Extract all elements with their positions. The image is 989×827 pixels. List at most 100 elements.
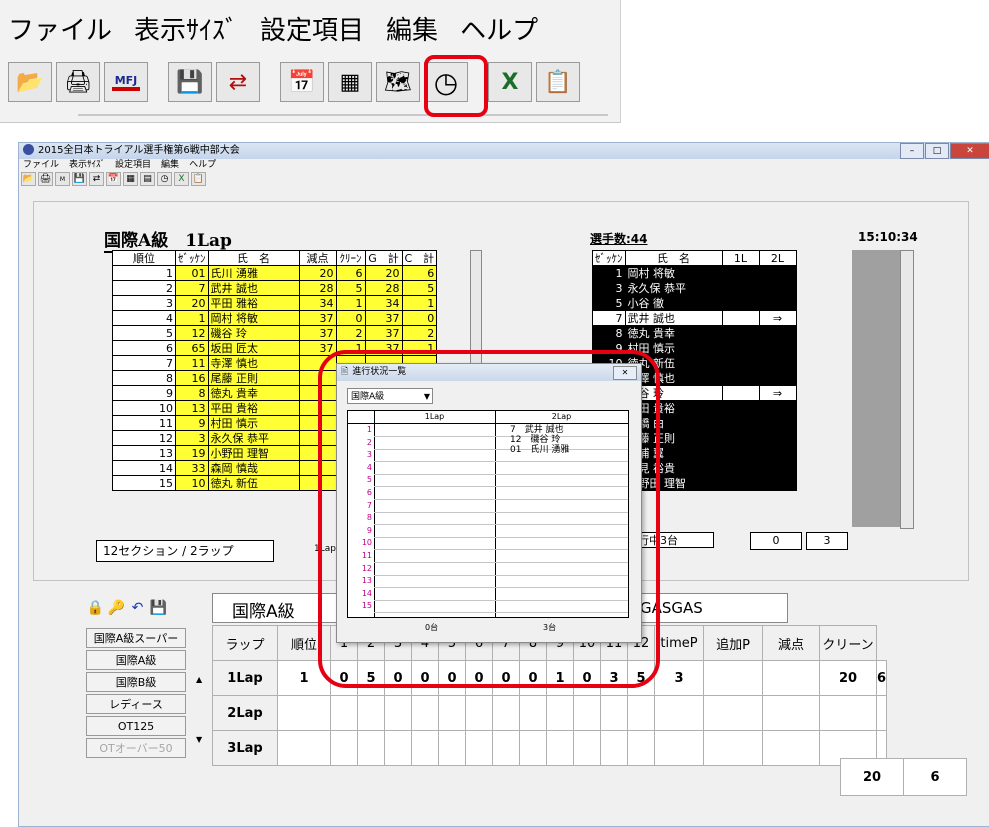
score-cell[interactable] — [654, 695, 704, 731]
score-cell[interactable] — [411, 730, 439, 766]
save-disk-icon[interactable]: 💾 — [149, 598, 168, 617]
maximize-icon[interactable]: □ — [925, 143, 949, 159]
print-icon[interactable]: 🖨 — [56, 62, 100, 102]
export-icon[interactable]: ⇄ — [89, 172, 104, 186]
zoom-menu-settings[interactable]: 設定項目 — [260, 10, 364, 47]
class-button[interactable]: 国際B級 — [86, 672, 186, 692]
score-cell[interactable] — [519, 730, 547, 766]
ranking-row[interactable]: 2 7 武井 誠也 28 5 28 5 — [112, 280, 438, 296]
score-cell[interactable] — [546, 730, 574, 766]
zoom-menu-edit[interactable]: 編集 — [386, 10, 438, 47]
score-cell[interactable] — [465, 695, 493, 731]
score-cell[interactable] — [600, 695, 628, 731]
map-icon[interactable]: ▤ — [140, 172, 155, 186]
open-folder-icon[interactable]: 📂 — [8, 62, 52, 102]
score-cell[interactable] — [703, 730, 763, 766]
save-disk-icon[interactable]: 💾 — [72, 172, 87, 186]
close-icon[interactable]: ✕ — [950, 143, 989, 159]
zoom-menu-file[interactable]: ファイル — [8, 10, 112, 47]
rider-row[interactable]: 3 永久保 恭平 — [592, 280, 797, 296]
ranking-points: 28 — [298, 280, 337, 296]
score-cell[interactable] — [330, 730, 358, 766]
section-icon[interactable]: ▦ — [123, 172, 138, 186]
score-cell[interactable] — [762, 695, 820, 731]
map-icon[interactable]: 🗺 — [376, 62, 420, 102]
class-button[interactable]: OT125 — [86, 716, 186, 736]
lock-icon[interactable]: 🔒 — [86, 598, 105, 617]
open-folder-icon[interactable]: 📂 — [21, 172, 36, 186]
excel-icon[interactable]: X — [174, 172, 189, 186]
ranking-bib: 1 — [175, 310, 209, 326]
rider-row[interactable]: 8 徳丸 貴幸 — [592, 325, 797, 341]
calendar-icon[interactable]: 📅 — [280, 62, 324, 102]
score-cell[interactable] — [762, 660, 820, 696]
mfj-icon[interactable]: MFJ — [104, 62, 148, 102]
ranking-row[interactable]: 3 20 平田 雅裕 34 1 34 1 — [112, 295, 438, 311]
rider-row[interactable]: 1 岡村 将敏 — [592, 265, 797, 281]
score-cell[interactable] — [492, 730, 520, 766]
key-icon[interactable]: 🔑 — [107, 598, 126, 617]
score-cell[interactable] — [438, 695, 466, 731]
score-cell[interactable] — [654, 730, 704, 766]
menu-edit[interactable]: 編集 — [161, 159, 179, 172]
score-cell[interactable]: 6 — [875, 660, 888, 696]
score-cell[interactable] — [875, 695, 888, 731]
score-cell[interactable] — [492, 695, 520, 731]
zoom-menu-view-size[interactable]: 表示ｻｲｽﾞ — [134, 10, 238, 47]
total-table: 20 6 — [840, 758, 967, 796]
score-cell[interactable] — [600, 730, 628, 766]
score-cell[interactable] — [573, 695, 601, 731]
score-cell[interactable] — [627, 695, 655, 731]
section-icon[interactable]: ▦ — [328, 62, 372, 102]
score-cell[interactable] — [384, 695, 412, 731]
ranking-row[interactable]: 5 12 磯谷 玲 37 2 37 2 — [112, 325, 438, 341]
print-icon[interactable]: 🖨 — [38, 172, 53, 186]
score-cell[interactable] — [573, 730, 601, 766]
class-button[interactable]: 国際A級 — [86, 650, 186, 670]
rider-row[interactable]: 5 小谷 徹 — [592, 295, 797, 311]
score-cell[interactable] — [277, 695, 331, 731]
zoom-menu-help[interactable]: ヘルプ — [460, 10, 538, 47]
score-cell[interactable] — [384, 730, 412, 766]
rider-bib: 3 — [592, 280, 626, 296]
menu-help[interactable]: ヘルプ — [189, 159, 216, 172]
score-cell[interactable] — [465, 730, 493, 766]
undo-icon[interactable]: ↶ — [128, 598, 147, 617]
score-cell[interactable] — [357, 695, 385, 731]
class-button[interactable]: OTオーバー50 — [86, 738, 186, 758]
minimize-icon[interactable]: – — [900, 143, 924, 159]
progress-clock-icon[interactable]: ◷ — [157, 172, 172, 186]
mfj-icon[interactable]: M — [55, 172, 70, 186]
ranking-name: 氏川 湧雅 — [207, 265, 300, 281]
score-cell[interactable] — [438, 730, 466, 766]
ranking-row[interactable]: 4 1 岡村 将敏 37 0 37 0 — [112, 310, 438, 326]
score-cell[interactable] — [703, 695, 763, 731]
score-cell[interactable] — [762, 730, 820, 766]
score-cell[interactable] — [819, 695, 877, 731]
export-icon[interactable]: ⇄ — [216, 62, 260, 102]
class-button[interactable]: レディース — [86, 694, 186, 714]
score-cell[interactable] — [411, 695, 439, 731]
menu-file[interactable]: ファイル — [23, 159, 59, 172]
copy-icon[interactable]: 📋 — [191, 172, 206, 186]
score-cell[interactable] — [703, 660, 763, 696]
score-cell[interactable]: 20 — [819, 660, 877, 696]
score-cell[interactable]: 3 — [654, 660, 704, 696]
rider-row[interactable]: 7 武井 誠也 ⇒ — [592, 310, 797, 326]
score-cell[interactable] — [330, 695, 358, 731]
calendar-icon[interactable]: 📅 — [106, 172, 121, 186]
class-list-scroll-arrows[interactable]: ▲ ▼ — [196, 650, 202, 770]
score-cell[interactable] — [627, 730, 655, 766]
class-button[interactable]: 国際A級スーパー — [86, 628, 186, 648]
save-disk-icon[interactable]: 💾 — [168, 62, 212, 102]
menu-settings[interactable]: 設定項目 — [115, 159, 151, 172]
ranking-row[interactable]: 1 01 氏川 湧雅 20 6 20 6 — [112, 265, 438, 281]
rider-scrollbar[interactable] — [900, 250, 914, 529]
score-cell[interactable] — [519, 695, 547, 731]
score-cell[interactable] — [546, 695, 574, 731]
score-cell[interactable] — [357, 730, 385, 766]
score-cell[interactable] — [277, 730, 331, 766]
excel-icon[interactable]: X — [488, 62, 532, 102]
menu-view-size[interactable]: 表示ｻｲｽﾞ — [69, 159, 105, 172]
copy-icon[interactable]: 📋 — [536, 62, 580, 102]
